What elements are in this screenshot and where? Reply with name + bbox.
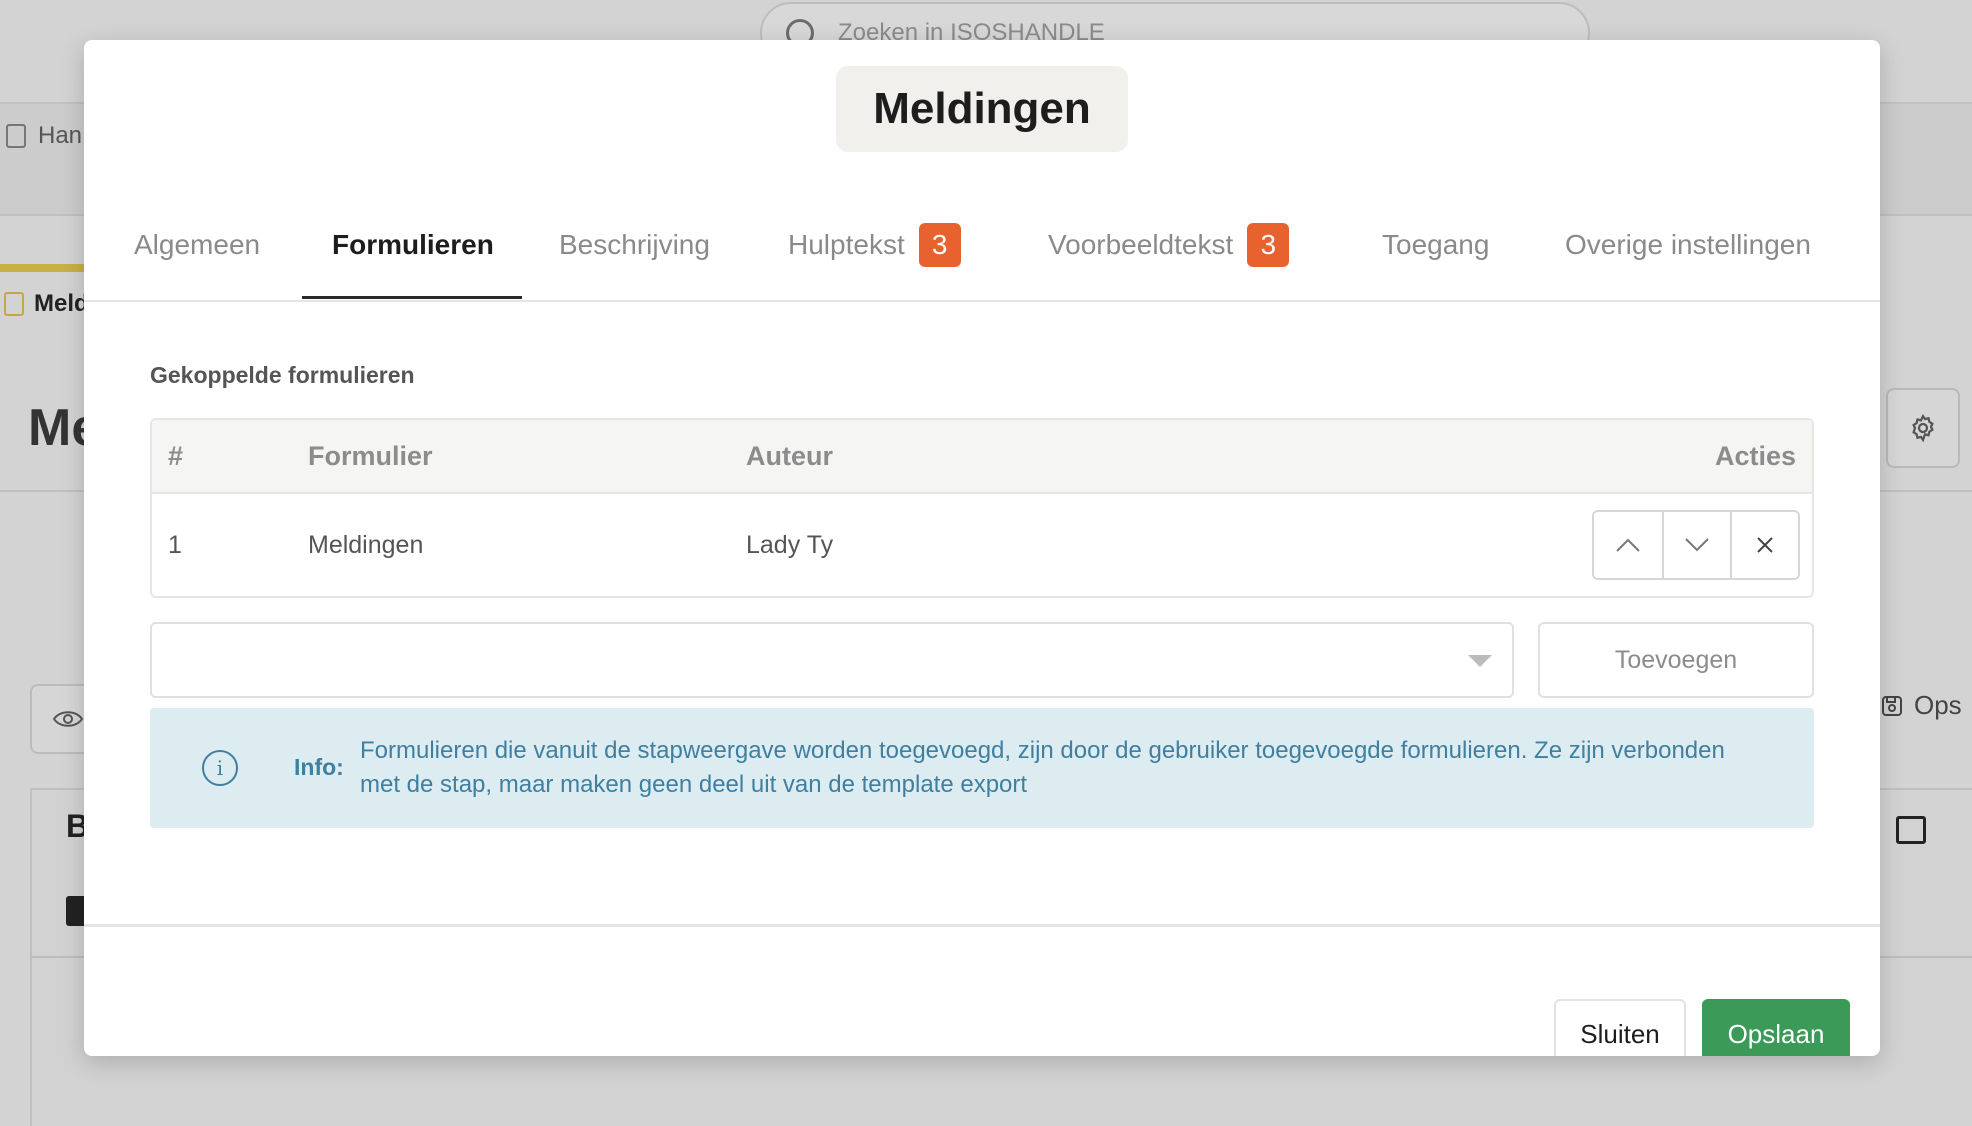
tab-label: Beschrijving <box>559 229 710 260</box>
count-badge: 3 <box>1247 223 1290 267</box>
tab-algemeen[interactable]: Algemeen <box>134 190 260 300</box>
remove-button[interactable] <box>1730 512 1798 578</box>
tab-label: Toegang <box>1382 229 1490 260</box>
background-tab-label: Han <box>38 122 83 149</box>
tab-label: Overige instellingen <box>1565 229 1811 260</box>
eye-icon <box>52 711 84 727</box>
column-header-form: Formulier <box>308 440 433 471</box>
section-label: Gekoppelde formulieren <box>150 362 415 388</box>
info-label: Info: <box>294 754 344 780</box>
tab-toegang[interactable]: Toegang <box>1382 190 1489 300</box>
tab-label: Formulieren <box>332 229 494 260</box>
gear-icon <box>1912 413 1934 443</box>
move-up-button[interactable] <box>1594 512 1662 578</box>
count-badge: 3 <box>918 223 961 267</box>
row-number: 1 <box>168 530 182 559</box>
modal-footer: Sluiten Opslaan <box>84 924 1880 1056</box>
settings-modal: Meldingen Algemeen Formulieren Beschrijv… <box>84 40 1880 1056</box>
close-button[interactable]: Sluiten <box>1554 999 1686 1056</box>
background-save-button[interactable]: Ops <box>1880 690 1962 721</box>
tab-overige-instellingen[interactable]: Overige instellingen <box>1565 190 1811 300</box>
move-down-button[interactable] <box>1662 512 1730 578</box>
chevron-down-icon <box>1685 538 1709 552</box>
row-actions <box>1592 510 1800 580</box>
active-tab-indicator <box>302 296 522 299</box>
tab-label: Voorbeeldtekst <box>1048 229 1234 260</box>
save-button[interactable]: Opslaan <box>1702 999 1850 1056</box>
form-select[interactable] <box>150 622 1514 698</box>
info-alert: i Info: Formulieren die vanuit de stapwe… <box>150 708 1814 828</box>
breadcrumb-label: Meld <box>34 290 89 317</box>
tab-label: Algemeen <box>134 229 261 260</box>
breadcrumb[interactable]: Meld <box>4 290 89 318</box>
tab-hulptekst[interactable]: Hulptekst 3 <box>788 190 961 300</box>
tab-bar: Algemeen Formulieren Beschrijving Hulpte… <box>84 190 1880 302</box>
document-icon <box>4 292 24 316</box>
save-icon <box>1882 695 1902 716</box>
row-form-name: Meldingen <box>308 530 424 559</box>
tab-beschrijving[interactable]: Beschrijving <box>559 190 710 300</box>
background-tab[interactable]: Han <box>0 104 82 168</box>
add-form-button[interactable]: Toevoegen <box>1538 622 1814 698</box>
document-icon <box>6 124 26 148</box>
tab-label: Hulptekst <box>788 229 905 260</box>
row-author: Lady Ty <box>746 530 834 559</box>
column-header-actions: Acties <box>1714 440 1796 471</box>
image-icon[interactable] <box>1896 816 1926 844</box>
close-icon <box>1757 537 1773 553</box>
background-save-label: Ops <box>1914 690 1962 720</box>
table-row: 1 Meldingen Lady Ty <box>152 494 1812 596</box>
active-indicator <box>0 264 90 272</box>
column-header-author: Auteur <box>746 440 833 471</box>
settings-button[interactable] <box>1886 388 1960 468</box>
linked-forms-table: # Formulier Auteur Acties 1 Meldingen La… <box>150 418 1814 598</box>
chevron-up-icon <box>1616 538 1640 552</box>
chevron-down-icon <box>1468 655 1492 667</box>
column-header-number: # <box>168 440 184 471</box>
tab-formulieren[interactable]: Formulieren <box>332 190 494 300</box>
table-header: # Formulier Auteur Acties <box>152 420 1812 494</box>
info-text: Formulieren die vanuit de stapweergave w… <box>360 737 1725 798</box>
info-icon: i <box>202 750 238 786</box>
tab-voorbeeldtekst[interactable]: Voorbeeldtekst 3 <box>1048 190 1290 300</box>
modal-title: Meldingen <box>836 66 1128 152</box>
